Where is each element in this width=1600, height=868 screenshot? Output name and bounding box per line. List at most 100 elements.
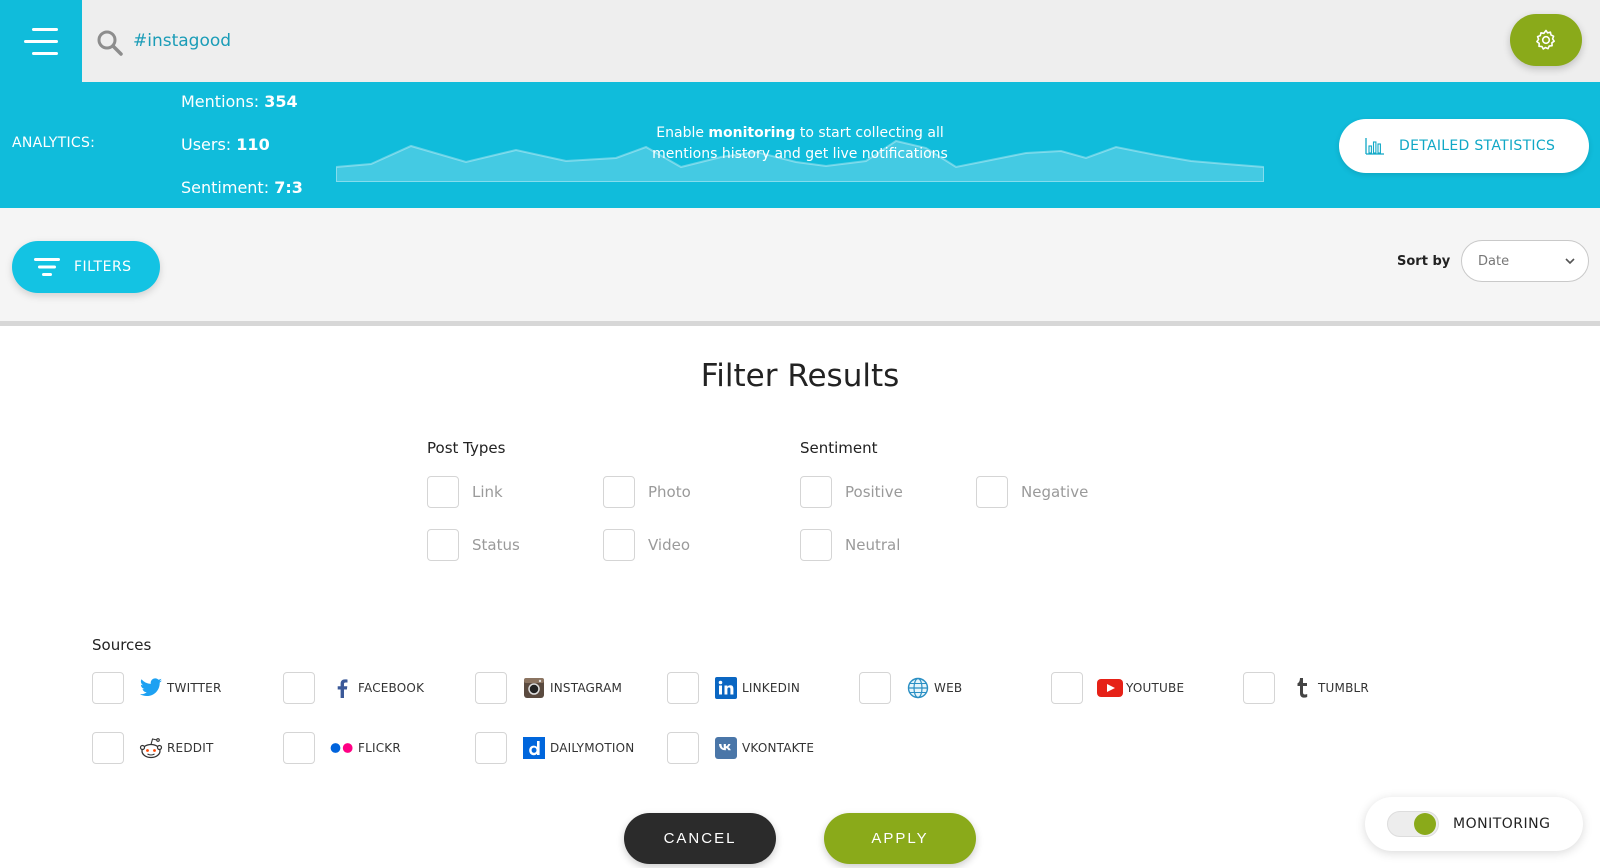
sort-by-label: Sort by: [1397, 254, 1451, 269]
users-label: Users:: [181, 135, 232, 154]
source-reddit[interactable]: REDDIT: [92, 732, 213, 764]
vk-icon: [713, 735, 739, 761]
sentiment-stat: Sentiment: 7:3: [181, 178, 303, 197]
checkbox[interactable]: [475, 732, 507, 764]
detailed-statistics-label: DETAILED STATISTICS: [1399, 138, 1556, 154]
panel-title: Filter Results: [700, 358, 900, 394]
post-type-status[interactable]: Status: [427, 529, 520, 561]
post-type-video[interactable]: Video: [603, 529, 690, 561]
source-linkedin-label: LINKEDIN: [742, 681, 801, 695]
source-tumblr[interactable]: TUMBLR: [1243, 672, 1369, 704]
source-twitter[interactable]: TWITTER: [92, 672, 222, 704]
facebook-icon: [329, 675, 355, 701]
sort-select[interactable]: Date: [1461, 240, 1589, 282]
source-twitter-label: TWITTER: [167, 681, 222, 695]
sentiment-negative-label: Negative: [1021, 483, 1089, 501]
post-type-video-label: Video: [648, 536, 691, 554]
checkbox[interactable]: [427, 529, 459, 561]
flickr-icon: [329, 735, 355, 761]
instagram-icon: [521, 675, 547, 701]
checkbox[interactable]: [475, 672, 507, 704]
detailed-statistics-button[interactable]: DETAILED STATISTICS: [1339, 119, 1589, 173]
source-vkontakte-label: VKONTAKTE: [742, 741, 815, 755]
youtube-icon: [1097, 675, 1123, 701]
sentiment-positive[interactable]: Positive: [800, 476, 903, 508]
sort-select-value: Date: [1478, 253, 1510, 269]
analytics-band: ANALYTICS: Mentions: 354 Users: 110 Sent…: [0, 82, 1600, 208]
checkbox[interactable]: [667, 672, 699, 704]
source-youtube-label: YOUTUBE: [1126, 681, 1185, 695]
checkbox[interactable]: [603, 476, 635, 508]
monitoring-message: Enable monitoring to start collecting al…: [630, 123, 970, 165]
checkbox[interactable]: [976, 476, 1008, 508]
checkbox[interactable]: [427, 476, 459, 508]
mentions-stat: Mentions: 354: [181, 92, 298, 111]
checkbox[interactable]: [1243, 672, 1275, 704]
cancel-button[interactable]: CANCEL: [624, 813, 776, 864]
toggle-switch[interactable]: [1387, 811, 1439, 837]
post-type-status-label: Status: [472, 536, 520, 554]
checkbox[interactable]: [859, 672, 891, 704]
checkbox[interactable]: [1051, 672, 1083, 704]
source-flickr[interactable]: FLICKR: [283, 732, 401, 764]
source-youtube[interactable]: YOUTUBE: [1051, 672, 1184, 704]
checkbox[interactable]: [800, 529, 832, 561]
checkbox[interactable]: [667, 732, 699, 764]
filters-label: FILTERS: [74, 259, 132, 275]
monitoring-toggle[interactable]: MONITORING: [1365, 797, 1583, 851]
mentions-label: Mentions:: [181, 92, 260, 111]
analytics-label: ANALYTICS:: [12, 135, 96, 151]
sentiment-neutral-label: Neutral: [845, 536, 901, 554]
apply-button[interactable]: APPLY: [824, 813, 976, 864]
sentiment-label: Sentiment:: [181, 178, 270, 197]
sentiment-value: 7:3: [274, 178, 303, 197]
linkedin-icon: [713, 675, 739, 701]
monitoring-message-bold: monitoring: [708, 125, 796, 141]
globe-icon: [905, 675, 931, 701]
checkbox[interactable]: [92, 672, 124, 704]
chevron-down-icon: [1565, 258, 1575, 265]
search-icon: [97, 30, 123, 56]
settings-button[interactable]: [1510, 14, 1582, 66]
top-bar: [0, 0, 1600, 82]
filter-icon: [34, 258, 60, 276]
post-type-link-label: Link: [472, 483, 503, 501]
search-input[interactable]: [133, 24, 733, 58]
post-type-link[interactable]: Link: [427, 476, 503, 508]
sentiment-neutral[interactable]: Neutral: [800, 529, 900, 561]
sources-title: Sources: [92, 636, 152, 654]
filters-button[interactable]: FILTERS: [12, 241, 160, 293]
source-dailymotion-label: DAILYMOTION: [550, 741, 635, 755]
toggle-knob: [1414, 813, 1436, 835]
gear-icon: [1536, 29, 1555, 50]
source-web-label: WEB: [934, 681, 963, 695]
source-vkontakte[interactable]: VKONTAKTE: [667, 732, 814, 764]
checkbox[interactable]: [800, 476, 832, 508]
source-facebook[interactable]: FACEBOOK: [283, 672, 424, 704]
sentiment-title: Sentiment: [800, 439, 878, 457]
dailymotion-icon: [521, 735, 547, 761]
source-dailymotion[interactable]: DAILYMOTION: [475, 732, 635, 764]
filters-toolbar: FILTERS Sort by Date: [0, 208, 1600, 326]
source-facebook-label: FACEBOOK: [358, 681, 425, 695]
source-linkedin[interactable]: LINKEDIN: [667, 672, 800, 704]
hamburger-menu-icon[interactable]: [0, 0, 82, 82]
post-type-photo-label: Photo: [648, 483, 691, 501]
source-instagram-label: INSTAGRAM: [550, 681, 623, 695]
reddit-icon: [138, 735, 164, 761]
sentiment-negative[interactable]: Negative: [976, 476, 1088, 508]
twitter-icon: [138, 675, 164, 701]
tumblr-icon: [1289, 675, 1315, 701]
post-types-title: Post Types: [427, 439, 506, 457]
source-web[interactable]: WEB: [859, 672, 962, 704]
checkbox[interactable]: [283, 732, 315, 764]
checkbox[interactable]: [283, 672, 315, 704]
checkbox[interactable]: [603, 529, 635, 561]
checkbox[interactable]: [92, 732, 124, 764]
users-stat: Users: 110: [181, 135, 270, 154]
post-type-photo[interactable]: Photo: [603, 476, 691, 508]
source-reddit-label: REDDIT: [167, 741, 214, 755]
source-flickr-label: FLICKR: [358, 741, 401, 755]
users-value: 110: [236, 135, 270, 154]
source-instagram[interactable]: INSTAGRAM: [475, 672, 622, 704]
